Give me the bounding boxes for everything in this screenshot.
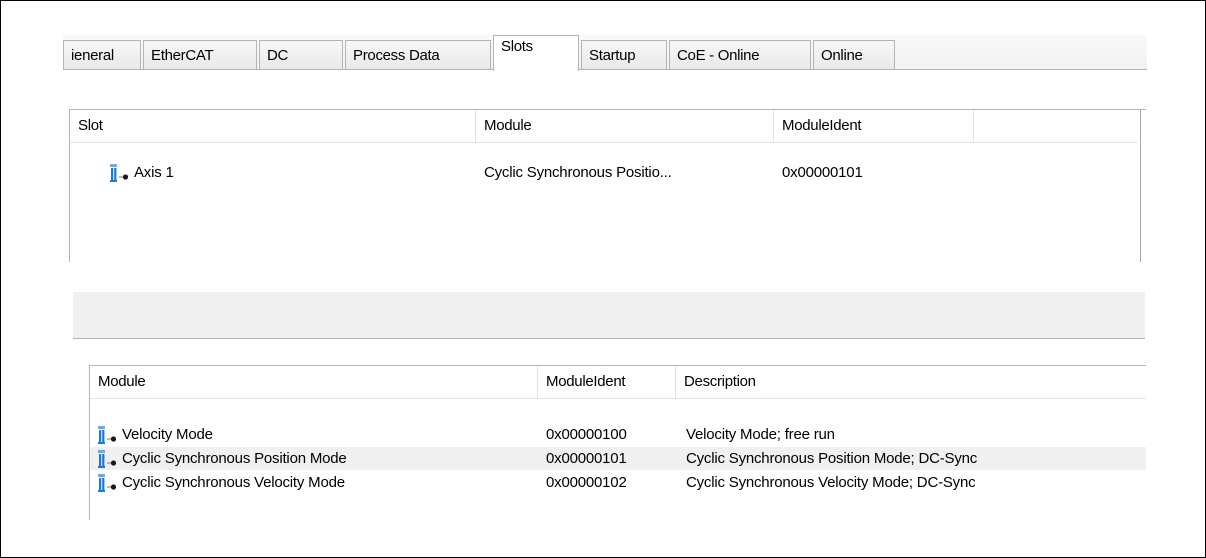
module-name: Cyclic Synchronous Position Mode [122, 450, 347, 467]
tab-slots[interactable]: Slots [493, 35, 579, 71]
module-ident: 0x00000102 [546, 474, 627, 491]
tab-startup[interactable]: Startup [581, 40, 667, 70]
module-description: Cyclic Synchronous Position Mode; DC-Syn… [686, 450, 978, 467]
modules-list-header: Module ModuleIdent Description [90, 366, 1146, 399]
module-icon [98, 426, 122, 444]
tab-strip: ieneral EtherCAT DC Process Data Slots S… [63, 29, 1147, 74]
tab-dc[interactable]: DC [259, 40, 343, 70]
module-ident: 0x00000100 [546, 426, 627, 443]
column-header-module[interactable]: Module [476, 110, 774, 142]
module-row-csp[interactable]: Cyclic Synchronous Position Mode 0x00000… [90, 447, 1146, 470]
column-header-moduleident[interactable]: ModuleIdent [538, 366, 676, 398]
module-row-velocity[interactable]: Velocity Mode 0x00000100 Velocity Mode; … [90, 423, 1146, 446]
slot-module: Cyclic Synchronous Positio... [484, 164, 672, 181]
dialog-frame: ieneral EtherCAT DC Process Data Slots S… [0, 0, 1206, 558]
module-row-csv[interactable]: Cyclic Synchronous Velocity Mode 0x00000… [90, 471, 1146, 494]
module-ident: 0x00000101 [546, 450, 627, 467]
slot-name: Axis 1 [134, 164, 174, 181]
module-icon [98, 450, 122, 468]
slots-list-header: Slot Module ModuleIdent [70, 110, 1138, 143]
slot-row[interactable]: Axis 1 Cyclic Synchronous Positio... 0x0… [70, 161, 1138, 184]
column-header-slot[interactable]: Slot [70, 110, 476, 142]
module-name: Velocity Mode [122, 426, 213, 443]
column-header-moduleident[interactable]: ModuleIdent [774, 110, 974, 142]
modules-list[interactable]: Module ModuleIdent Description Velocity … [89, 365, 1146, 520]
column-header-empty [974, 110, 1138, 142]
tab-general[interactable]: ieneral [63, 40, 141, 70]
column-header-module[interactable]: Module [90, 366, 538, 398]
tab-coe-online[interactable]: CoE - Online [669, 40, 811, 70]
tab-process-data[interactable]: Process Data [345, 40, 491, 70]
column-header-description[interactable]: Description [676, 366, 1146, 398]
tab-online[interactable]: Online [813, 40, 895, 70]
module-description: Velocity Mode; free run [686, 426, 835, 443]
module-description: Cyclic Synchronous Velocity Mode; DC-Syn… [686, 474, 976, 491]
toolbar-panel [73, 292, 1145, 339]
module-icon [98, 474, 122, 492]
slots-list[interactable]: Slot Module ModuleIdent Axis 1 Cyclic Sy… [69, 109, 1146, 262]
tab-baseline [63, 69, 1147, 70]
tab-ethercat[interactable]: EtherCAT [143, 40, 257, 70]
slot-moduleident: 0x00000101 [782, 164, 863, 181]
module-icon [110, 164, 134, 182]
module-name: Cyclic Synchronous Velocity Mode [122, 474, 345, 491]
list-border-right [1140, 110, 1141, 262]
